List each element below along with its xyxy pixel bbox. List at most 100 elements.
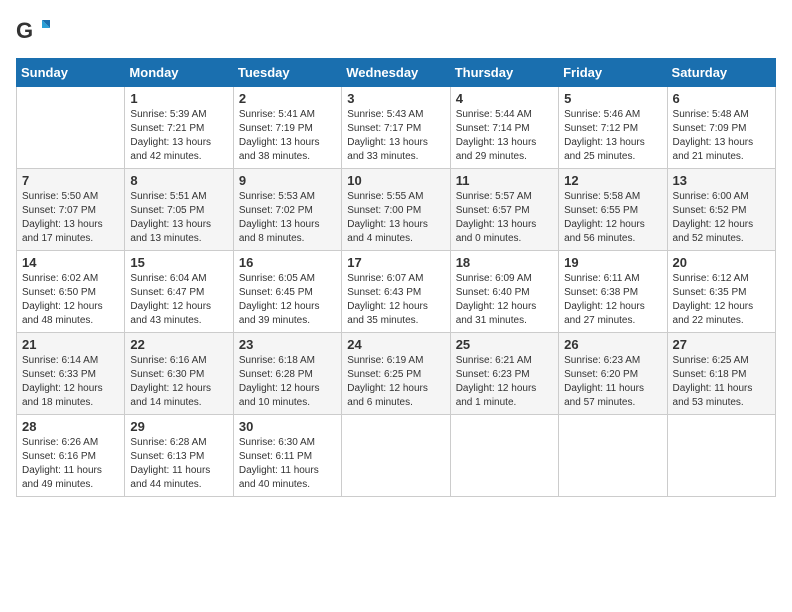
day-info: Sunrise: 6:09 AMSunset: 6:40 PMDaylight:… <box>456 272 553 328</box>
calendar-cell: 28 Sunrise: 6:26 AMSunset: 6:16 PMDayligh… <box>17 415 125 497</box>
day-number: 21 <box>22 337 119 352</box>
day-number: 2 <box>239 91 336 106</box>
day-info: Sunrise: 6:12 AMSunset: 6:35 PMDaylight:… <box>673 272 770 328</box>
day-info: Sunrise: 5:43 AMSunset: 7:17 PMDaylight:… <box>347 108 444 164</box>
day-info: Sunrise: 6:26 AMSunset: 6:16 PMDaylight:… <box>22 436 119 492</box>
calendar-week-3: 14 Sunrise: 6:02 AMSunset: 6:50 PMDayligh… <box>17 251 776 333</box>
calendar-cell: 26 Sunrise: 6:23 AMSunset: 6:20 PMDayligh… <box>559 333 667 415</box>
day-info: Sunrise: 6:30 AMSunset: 6:11 PMDaylight:… <box>239 436 336 492</box>
calendar-cell: 21 Sunrise: 6:14 AMSunset: 6:33 PMDayligh… <box>17 333 125 415</box>
calendar-cell <box>342 415 450 497</box>
day-number: 7 <box>22 173 119 188</box>
day-info: Sunrise: 5:55 AMSunset: 7:00 PMDaylight:… <box>347 190 444 246</box>
day-number: 5 <box>564 91 661 106</box>
calendar-cell: 2Sunrise: 5:41 AMSunset: 7:19 PMDaylight… <box>233 87 341 169</box>
day-number: 16 <box>239 255 336 270</box>
calendar-cell: 11 Sunrise: 5:57 AMSunset: 6:57 PMDayligh… <box>450 169 558 251</box>
day-number: 9 <box>239 173 336 188</box>
calendar-cell: 6Sunrise: 5:48 AMSunset: 7:09 PMDaylight… <box>667 87 775 169</box>
calendar-cell <box>450 415 558 497</box>
calendar-cell: 3 Sunrise: 5:43 AMSunset: 7:17 PMDaylight… <box>342 87 450 169</box>
calendar-cell: 8Sunrise: 5:51 AMSunset: 7:05 PMDaylight… <box>125 169 233 251</box>
calendar-cell: 7 Sunrise: 5:50 AMSunset: 7:07 PMDaylight… <box>17 169 125 251</box>
day-info: Sunrise: 6:00 AMSunset: 6:52 PMDaylight:… <box>673 190 770 246</box>
calendar-cell <box>17 87 125 169</box>
calendar-cell: 30 Sunrise: 6:30 AMSunset: 6:11 PMDayligh… <box>233 415 341 497</box>
day-info: Sunrise: 6:16 AMSunset: 6:30 PMDaylight:… <box>130 354 227 410</box>
calendar-cell <box>667 415 775 497</box>
calendar-cell: 22 Sunrise: 6:16 AMSunset: 6:30 PMDayligh… <box>125 333 233 415</box>
calendar-cell <box>559 415 667 497</box>
calendar-header-row: SundayMondayTuesdayWednesdayThursdayFrid… <box>17 59 776 87</box>
day-number: 10 <box>347 173 444 188</box>
day-number: 8 <box>130 173 227 188</box>
day-number: 19 <box>564 255 661 270</box>
calendar-week-2: 7 Sunrise: 5:50 AMSunset: 7:07 PMDaylight… <box>17 169 776 251</box>
day-header-wednesday: Wednesday <box>342 59 450 87</box>
day-number: 18 <box>456 255 553 270</box>
calendar-week-5: 28 Sunrise: 6:26 AMSunset: 6:16 PMDayligh… <box>17 415 776 497</box>
day-number: 22 <box>130 337 227 352</box>
day-info: Sunrise: 5:58 AMSunset: 6:55 PMDaylight:… <box>564 190 661 246</box>
calendar-table: SundayMondayTuesdayWednesdayThursdayFrid… <box>16 58 776 497</box>
calendar-cell: 23 Sunrise: 6:18 AMSunset: 6:28 PMDayligh… <box>233 333 341 415</box>
day-info: Sunrise: 5:57 AMSunset: 6:57 PMDaylight:… <box>456 190 553 246</box>
calendar-cell: 20 Sunrise: 6:12 AMSunset: 6:35 PMDayligh… <box>667 251 775 333</box>
day-number: 12 <box>564 173 661 188</box>
day-number: 15 <box>130 255 227 270</box>
day-number: 14 <box>22 255 119 270</box>
day-info: Sunrise: 5:39 AMSunset: 7:21 PMDaylight:… <box>130 108 227 164</box>
day-info: Sunrise: 6:11 AMSunset: 6:38 PMDaylight:… <box>564 272 661 328</box>
day-number: 25 <box>456 337 553 352</box>
day-number: 20 <box>673 255 770 270</box>
calendar-week-4: 21 Sunrise: 6:14 AMSunset: 6:33 PMDayligh… <box>17 333 776 415</box>
day-info: Sunrise: 6:25 AMSunset: 6:18 PMDaylight:… <box>673 354 770 410</box>
day-header-monday: Monday <box>125 59 233 87</box>
day-number: 29 <box>130 419 227 434</box>
day-number: 24 <box>347 337 444 352</box>
day-info: Sunrise: 5:44 AMSunset: 7:14 PMDaylight:… <box>456 108 553 164</box>
day-info: Sunrise: 6:07 AMSunset: 6:43 PMDaylight:… <box>347 272 444 328</box>
calendar-cell: 12 Sunrise: 5:58 AMSunset: 6:55 PMDayligh… <box>559 169 667 251</box>
day-info: Sunrise: 6:23 AMSunset: 6:20 PMDaylight:… <box>564 354 661 410</box>
day-header-thursday: Thursday <box>450 59 558 87</box>
day-header-tuesday: Tuesday <box>233 59 341 87</box>
day-info: Sunrise: 5:53 AMSunset: 7:02 PMDaylight:… <box>239 190 336 246</box>
calendar-cell: 24 Sunrise: 6:19 AMSunset: 6:25 PMDayligh… <box>342 333 450 415</box>
calendar-cell: 13 Sunrise: 6:00 AMSunset: 6:52 PMDayligh… <box>667 169 775 251</box>
day-number: 17 <box>347 255 444 270</box>
day-info: Sunrise: 6:18 AMSunset: 6:28 PMDaylight:… <box>239 354 336 410</box>
calendar-cell: 1 Sunrise: 5:39 AMSunset: 7:21 PMDaylight… <box>125 87 233 169</box>
calendar-cell: 14 Sunrise: 6:02 AMSunset: 6:50 PMDayligh… <box>17 251 125 333</box>
calendar-cell: 25 Sunrise: 6:21 AMSunset: 6:23 PMDayligh… <box>450 333 558 415</box>
day-number: 4 <box>456 91 553 106</box>
day-header-saturday: Saturday <box>667 59 775 87</box>
day-number: 1 <box>130 91 227 106</box>
page-header: G <box>16 16 776 46</box>
day-number: 11 <box>456 173 553 188</box>
day-info: Sunrise: 6:04 AMSunset: 6:47 PMDaylight:… <box>130 272 227 328</box>
day-info: Sunrise: 6:28 AMSunset: 6:13 PMDaylight:… <box>130 436 227 492</box>
calendar-cell: 27Sunrise: 6:25 AMSunset: 6:18 PMDayligh… <box>667 333 775 415</box>
day-number: 30 <box>239 419 336 434</box>
day-number: 28 <box>22 419 119 434</box>
logo: G <box>16 16 52 46</box>
day-number: 3 <box>347 91 444 106</box>
day-info: Sunrise: 5:50 AMSunset: 7:07 PMDaylight:… <box>22 190 119 246</box>
day-number: 13 <box>673 173 770 188</box>
day-info: Sunrise: 6:02 AMSunset: 6:50 PMDaylight:… <box>22 272 119 328</box>
calendar-cell: 15 Sunrise: 6:04 AMSunset: 6:47 PMDayligh… <box>125 251 233 333</box>
calendar-cell: 16 Sunrise: 6:05 AMSunset: 6:45 PMDayligh… <box>233 251 341 333</box>
calendar-cell: 29 Sunrise: 6:28 AMSunset: 6:13 PMDayligh… <box>125 415 233 497</box>
calendar-cell: 18 Sunrise: 6:09 AMSunset: 6:40 PMDayligh… <box>450 251 558 333</box>
day-info: Sunrise: 6:14 AMSunset: 6:33 PMDaylight:… <box>22 354 119 410</box>
calendar-cell: 19 Sunrise: 6:11 AMSunset: 6:38 PMDayligh… <box>559 251 667 333</box>
calendar-cell: 10 Sunrise: 5:55 AMSunset: 7:00 PMDayligh… <box>342 169 450 251</box>
day-info: Sunrise: 6:05 AMSunset: 6:45 PMDaylight:… <box>239 272 336 328</box>
calendar-cell: 17 Sunrise: 6:07 AMSunset: 6:43 PMDayligh… <box>342 251 450 333</box>
day-info: Sunrise: 6:21 AMSunset: 6:23 PMDaylight:… <box>456 354 553 410</box>
day-number: 6 <box>673 91 770 106</box>
day-number: 23 <box>239 337 336 352</box>
day-info: Sunrise: 6:19 AMSunset: 6:25 PMDaylight:… <box>347 354 444 410</box>
day-number: 26 <box>564 337 661 352</box>
